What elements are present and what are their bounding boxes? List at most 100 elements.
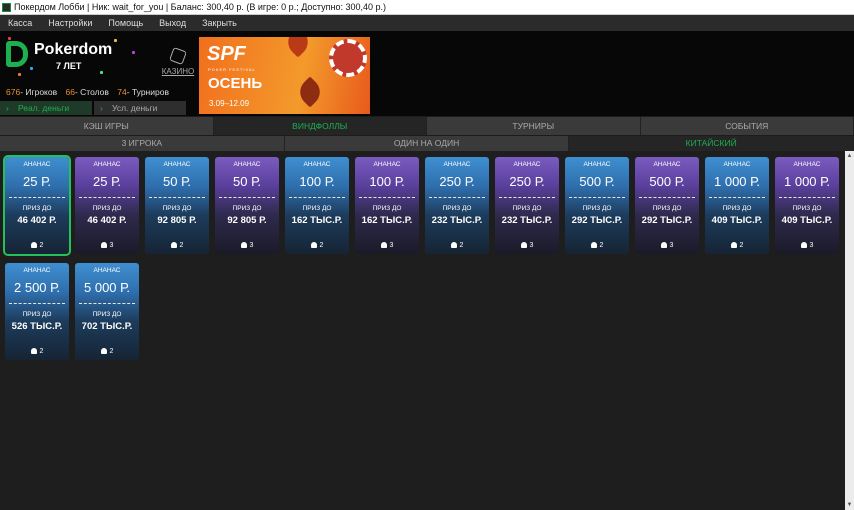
card-players: 2 <box>145 242 209 249</box>
subtab-3-players[interactable]: 3 ИГРОКА <box>0 136 285 151</box>
windfall-card[interactable]: АНАНАС 25 Р. ПРИЗ ДО 46 402 Р. 3 <box>75 157 139 254</box>
game-type-tabs: КЭШ ИГРЫ ВИНДФОЛЛЫ ТУРНИРЫ СОБЫТИЯ <box>0 117 854 135</box>
confetti-decor <box>30 67 33 70</box>
windfall-card[interactable]: АНАНАС 5 000 Р. ПРИЗ ДО 702 ТЫС.Р. 2 <box>75 263 139 360</box>
players-count: 676 <box>6 87 21 97</box>
windfall-card[interactable]: АНАНАС 100 Р. ПРИЗ ДО 162 ТЫС.Р. 3 <box>355 157 419 254</box>
player-icon <box>30 242 37 248</box>
card-players-count: 2 <box>459 242 464 249</box>
card-players-count: 3 <box>809 242 814 249</box>
windfall-card[interactable]: АНАНАС 500 Р. ПРИЗ ДО 292 ТЫС.Р. 3 <box>635 157 699 254</box>
subtab-heads-up[interactable]: ОДИН НА ОДИН <box>284 136 570 151</box>
casino-label: КАЗИНО <box>161 67 195 76</box>
card-divider <box>9 303 65 304</box>
scroll-down-icon[interactable]: ▼ <box>846 501 853 509</box>
card-divider <box>499 197 555 198</box>
card-buyin: 100 Р. <box>369 174 405 189</box>
tab-play-money[interactable]: › Усл. деньги <box>94 101 186 115</box>
pokerdom-logo[interactable]: Pokerdom 7 ЛЕТ <box>4 37 144 79</box>
card-divider <box>289 197 345 198</box>
card-players: 2 <box>425 242 489 249</box>
card-prize-label: ПРИЗ ДО <box>442 205 472 212</box>
leaf-decor <box>282 37 314 58</box>
scroll-up-icon[interactable]: ▲ <box>846 152 853 160</box>
menu-item-logout[interactable]: Выход <box>151 18 194 28</box>
card-prize: 232 ТЫС.Р. <box>431 215 483 226</box>
menu-item-settings[interactable]: Настройки <box>40 18 100 28</box>
player-icon <box>310 242 317 248</box>
card-players: 3 <box>215 242 279 249</box>
confetti-decor <box>8 37 11 40</box>
subtab-chinese[interactable]: КИТАЙСКИЙ <box>569 136 854 151</box>
player-icon <box>450 242 457 248</box>
card-players-count: 3 <box>389 242 394 249</box>
promo-banner[interactable]: SPF POKER FESTIVAL ОСЕНЬ 3.09–12.09 <box>199 37 370 114</box>
tab-real-money[interactable]: › Реал. деньги <box>0 101 92 115</box>
windfall-card[interactable]: АНАНАС 25 Р. ПРИЗ ДО 46 402 Р. 2 <box>3 155 71 256</box>
windfall-subtabs: 3 ИГРОКА ОДИН НА ОДИН КИТАЙСКИЙ <box>0 136 854 151</box>
card-players-count: 2 <box>739 242 744 249</box>
windfall-card[interactable]: АНАНАС 250 Р. ПРИЗ ДО 232 ТЫС.Р. 3 <box>495 157 559 254</box>
card-buyin: 250 Р. <box>439 174 475 189</box>
card-prize-label: ПРИЗ ДО <box>302 205 332 212</box>
player-icon <box>100 242 107 248</box>
card-prize-label: ПРИЗ ДО <box>92 311 122 318</box>
card-players: 3 <box>775 242 839 249</box>
tab-cash-games[interactable]: КЭШ ИГРЫ <box>0 117 214 135</box>
menu-item-close[interactable]: Закрыть <box>194 18 245 28</box>
card-players: 2 <box>285 242 349 249</box>
player-icon <box>380 242 387 248</box>
card-buyin: 1 000 Р. <box>714 174 760 189</box>
vertical-scrollbar[interactable]: ▲ ▼ <box>845 151 854 510</box>
card-buyin: 250 Р. <box>509 174 545 189</box>
card-divider <box>779 197 835 198</box>
logo-mark-icon <box>6 41 28 67</box>
logo-anniversary: 7 ЛЕТ <box>56 61 82 71</box>
logo-text: Pokerdom <box>34 41 113 58</box>
player-icon <box>520 242 527 248</box>
card-prize-label: ПРИЗ ДО <box>372 205 402 212</box>
windfall-card[interactable]: АНАНАС 500 Р. ПРИЗ ДО 292 ТЫС.Р. 2 <box>565 157 629 254</box>
windfall-card-grid: АНАНАС 25 Р. ПРИЗ ДО 46 402 Р. 2 АНАНАС 25 Р. П… <box>0 151 845 510</box>
windfall-card[interactable]: АНАНАС 50 Р. ПРИЗ ДО 92 805 Р. 3 <box>215 157 279 254</box>
player-icon <box>660 242 667 248</box>
menu-bar: Касса Настройки Помощь Выход Закрыть <box>0 15 854 31</box>
player-icon <box>800 242 807 248</box>
card-divider <box>79 303 135 304</box>
windfall-card[interactable]: АНАНАС 250 Р. ПРИЗ ДО 232 ТЫС.Р. 2 <box>425 157 489 254</box>
player-icon <box>170 242 177 248</box>
card-players: 3 <box>75 242 139 249</box>
tab-windfalls[interactable]: ВИНДФОЛЛЫ <box>213 117 427 135</box>
casino-link[interactable]: КАЗИНО <box>160 47 196 79</box>
banner-festival: POKER FESTIVAL <box>208 67 256 72</box>
card-players-count: 2 <box>179 242 184 249</box>
confetti-decor <box>100 71 103 74</box>
card-divider <box>569 197 625 198</box>
card-prize: 92 805 Р. <box>227 215 267 226</box>
windfall-card[interactable]: АНАНАС 50 Р. ПРИЗ ДО 92 805 Р. 2 <box>145 157 209 254</box>
windfall-card[interactable]: АНАНАС 1 000 Р. ПРИЗ ДО 409 ТЫС.Р. 2 <box>705 157 769 254</box>
card-prize: 292 ТЫС.Р. <box>641 215 693 226</box>
menu-item-help[interactable]: Помощь <box>100 18 151 28</box>
windfall-card[interactable]: АНАНАС 2 500 Р. ПРИЗ ДО 526 ТЫС.Р. 2 <box>5 263 69 360</box>
windfall-card[interactable]: АНАНАС 1 000 Р. ПРИЗ ДО 409 ТЫС.Р. 3 <box>775 157 839 254</box>
card-prize: 46 402 Р. <box>17 215 57 226</box>
tables-count: 66 <box>65 87 75 97</box>
card-divider <box>639 197 695 198</box>
tables-label: - Столов <box>74 87 109 97</box>
menu-item-cashier[interactable]: Касса <box>0 18 40 28</box>
card-players-count: 3 <box>529 242 534 249</box>
card-prize: 292 ТЫС.Р. <box>571 215 623 226</box>
windfall-card[interactable]: АНАНАС 100 Р. ПРИЗ ДО 162 ТЫС.Р. 2 <box>285 157 349 254</box>
card-divider <box>709 197 765 198</box>
card-prize-label: ПРИЗ ДО <box>22 205 52 212</box>
card-buyin: 5 000 Р. <box>84 280 130 295</box>
card-game-type: АНАНАС <box>93 161 121 168</box>
card-prize: 409 ТЫС.Р. <box>781 215 833 226</box>
chevron-right-icon: › <box>100 103 103 113</box>
confetti-decor <box>114 39 117 42</box>
tab-events[interactable]: СОБЫТИЯ <box>640 117 854 135</box>
card-buyin: 100 Р. <box>299 174 335 189</box>
card-prize: 526 ТЫС.Р. <box>11 321 63 332</box>
tab-tournaments[interactable]: ТУРНИРЫ <box>427 117 641 135</box>
